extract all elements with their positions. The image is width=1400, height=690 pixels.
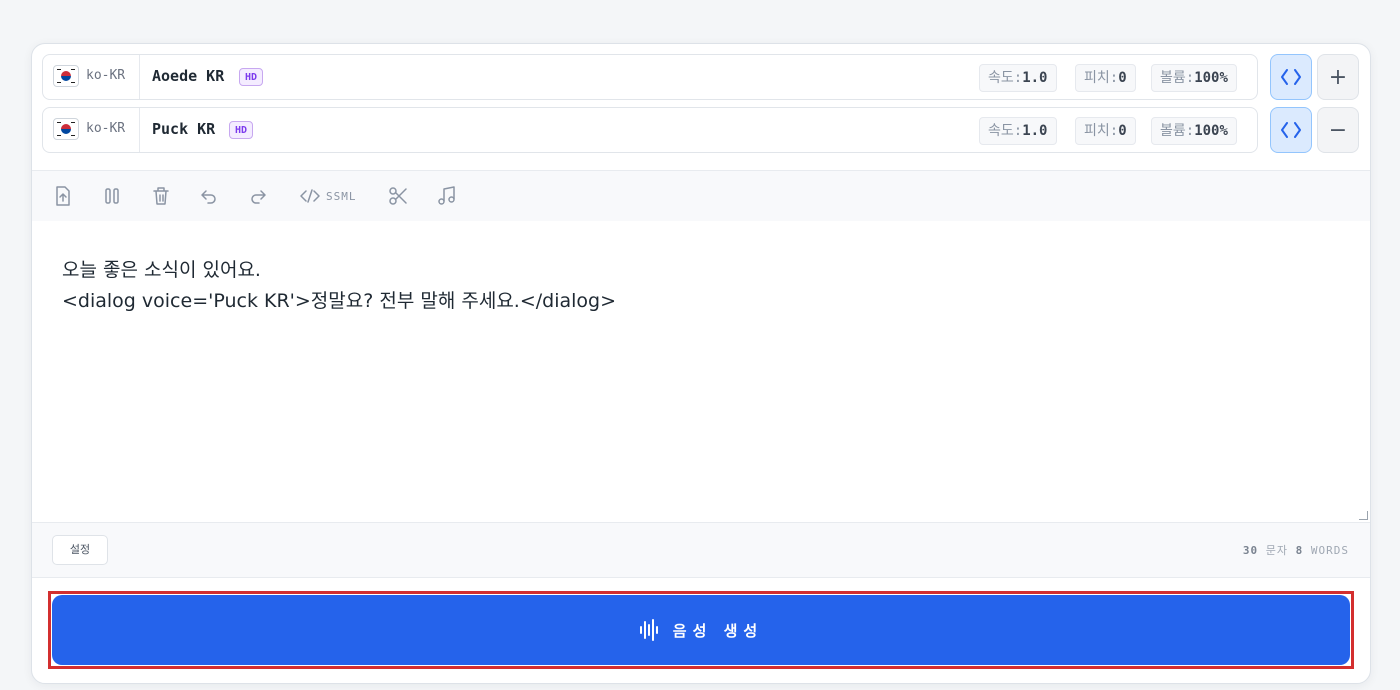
plus-icon: + — [1328, 64, 1348, 90]
pause-button[interactable] — [104, 186, 120, 206]
redo-button[interactable] — [249, 186, 267, 206]
ssml-toggle-button[interactable] — [1270, 54, 1312, 100]
voice-name[interactable]: Puck KR — [152, 120, 215, 138]
editor-line[interactable]: 오늘 좋은 소식이 있어요. — [62, 255, 261, 282]
volume-setting[interactable]: 볼륨:100% — [1151, 117, 1237, 145]
code-brackets-icon — [1281, 122, 1301, 138]
south-korea-flag-icon — [53, 118, 79, 140]
pause-icon — [105, 188, 119, 204]
code-icon — [300, 189, 320, 203]
minus-icon: − — [1328, 117, 1348, 143]
text-editor[interactable]: 오늘 좋은 소식이 있어요. <dialog voice='Puck KR'>정… — [32, 221, 1370, 522]
text-counts: 30 문자 8 WORDS — [1243, 542, 1349, 558]
char-unit: 문자 — [1265, 544, 1288, 557]
music-button[interactable] — [437, 186, 457, 206]
settings-button[interactable]: 설정 — [52, 535, 108, 565]
hd-badge: HD — [229, 121, 254, 139]
cut-button[interactable] — [388, 186, 408, 206]
tts-panel: ko-KR Aoede KR HD 속도:1.0 피치:0 볼륨:100% + — [31, 43, 1371, 684]
language-code: ko-KR — [86, 68, 126, 83]
pitch-setting[interactable]: 피치:0 — [1075, 64, 1136, 92]
speed-setting[interactable]: 속도:1.0 — [979, 117, 1057, 145]
delete-button[interactable] — [152, 186, 170, 206]
upload-button[interactable] — [54, 186, 72, 206]
ssml-button[interactable]: SSML — [300, 186, 357, 206]
music-icon — [438, 186, 455, 205]
char-count: 30 — [1242, 544, 1259, 557]
generate-speech-button[interactable]: 음성 생성 — [52, 595, 1350, 665]
redo-icon — [251, 190, 266, 204]
editor-footer: 설정 30 문자 8 WORDS — [32, 522, 1370, 578]
code-brackets-icon — [1281, 69, 1301, 85]
trash-icon — [153, 187, 169, 205]
south-korea-flag-icon — [53, 65, 79, 87]
ssml-toggle-button[interactable] — [1270, 107, 1312, 153]
ssml-label: SSML — [326, 189, 357, 203]
undo-button[interactable] — [200, 186, 218, 206]
pitch-setting[interactable]: 피치:0 — [1075, 117, 1136, 145]
undo-icon — [201, 190, 216, 204]
word-count: 8 — [1295, 544, 1304, 557]
language-selector[interactable]: ko-KR — [43, 55, 140, 99]
voice-name[interactable]: Aoede KR — [152, 67, 224, 85]
scissors-icon — [389, 187, 407, 205]
word-unit: WORDS — [1310, 544, 1349, 557]
volume-setting[interactable]: 볼륨:100% — [1151, 64, 1237, 92]
editor-toolbar: SSML — [32, 170, 1370, 222]
generate-label: 음성 생성 — [672, 621, 764, 640]
voice-row: ko-KR Puck KR HD 속도:1.0 피치:0 볼륨:100% — [42, 107, 1258, 153]
upload-icon — [56, 186, 70, 206]
editor-line[interactable]: <dialog voice='Puck KR'>정말요? 전부 말해 주세요.<… — [62, 286, 616, 313]
resize-handle[interactable] — [1359, 511, 1368, 520]
add-voice-button[interactable]: + — [1317, 54, 1359, 100]
waveform-icon — [639, 619, 658, 641]
speed-setting[interactable]: 속도:1.0 — [979, 64, 1057, 92]
hd-badge: HD — [239, 68, 264, 86]
language-selector[interactable]: ko-KR — [43, 108, 140, 152]
remove-voice-button[interactable]: − — [1317, 107, 1359, 153]
voice-row: ko-KR Aoede KR HD 속도:1.0 피치:0 볼륨:100% — [42, 54, 1258, 100]
language-code: ko-KR — [86, 121, 126, 136]
